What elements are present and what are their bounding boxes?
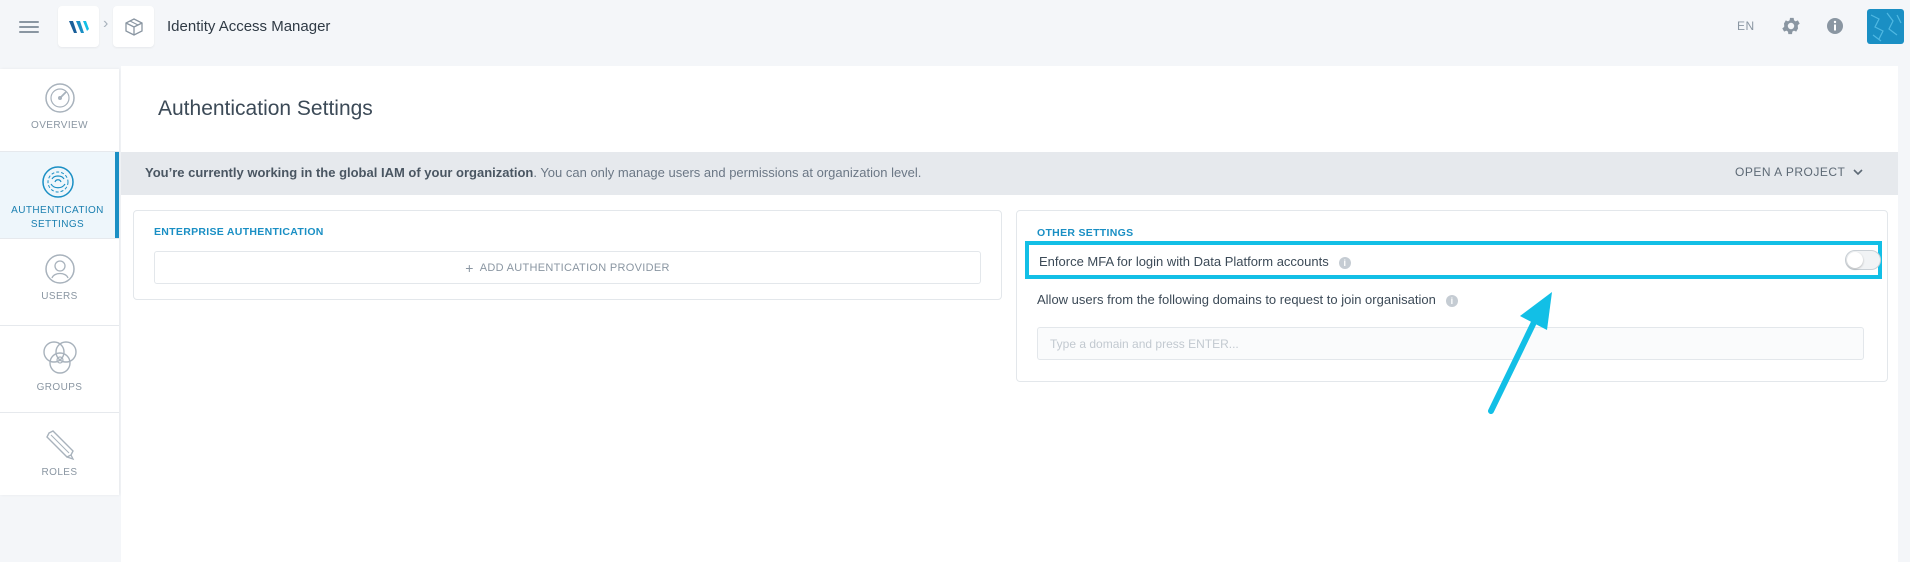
mfa-label-text: Enforce MFA for login with Data Platform… — [1039, 254, 1329, 269]
roles-icon — [45, 430, 74, 461]
sidebar-item-roles[interactable]: ROLES — [0, 413, 119, 495]
enterprise-authentication-title: ENTERPRISE AUTHENTICATION — [154, 226, 324, 238]
sidebar-item-authentication-settings[interactable]: AUTHENTICATION SETTINGS — [0, 152, 119, 238]
sidebar-item-label: GROUPS — [36, 382, 83, 393]
user-avatar[interactable] — [1867, 9, 1904, 44]
open-project-dropdown[interactable]: OPEN A PROJECT — [1735, 165, 1863, 179]
mfa-toggle[interactable] — [1845, 250, 1881, 270]
mfa-info-icon[interactable]: i — [1338, 256, 1351, 269]
organization-notice-bar: You’re currently working in the global I… — [121, 152, 1898, 195]
avatar-pattern-icon — [1870, 12, 1902, 42]
home-logo-button[interactable] — [58, 6, 99, 47]
add-provider-label: ADD AUTHENTICATION PROVIDER — [479, 261, 670, 274]
breadcrumb-separator-icon: › — [103, 15, 109, 32]
notice-rest-text: . You can only manage users and permissi… — [533, 165, 922, 180]
mfa-setting-row-highlighted: Enforce MFA for login with Data Platform… — [1025, 241, 1882, 279]
sidebar-item-users[interactable]: USERS — [0, 239, 119, 325]
language-selector[interactable]: EN — [1737, 19, 1755, 33]
groups-icon — [42, 341, 77, 374]
enterprise-authentication-panel: ENTERPRISE AUTHENTICATION + ADD AUTHENTI… — [133, 210, 1002, 300]
notice-text: You’re currently working in the global I… — [145, 165, 921, 180]
cube-icon — [124, 17, 143, 36]
sidebar-item-overview[interactable]: OVERVIEW — [0, 69, 119, 151]
other-settings-title: OTHER SETTINGS — [1037, 227, 1134, 239]
domains-setting-label: Allow users from the following domains t… — [1037, 292, 1458, 307]
domains-label-text: Allow users from the following domains t… — [1037, 292, 1436, 307]
app-crumb-button[interactable] — [113, 6, 154, 47]
sidebar-item-groups[interactable]: GROUPS — [0, 326, 119, 412]
sidebar-item-label: OVERVIEW — [31, 120, 88, 131]
chevron-down-icon — [1853, 168, 1863, 175]
plus-icon: + — [465, 259, 474, 276]
info-icon[interactable] — [1825, 16, 1845, 36]
toggle-knob — [1847, 252, 1863, 268]
add-authentication-provider-button[interactable]: + ADD AUTHENTICATION PROVIDER — [154, 251, 981, 284]
mfa-setting-label: Enforce MFA for login with Data Platform… — [1039, 254, 1351, 269]
brand-logo-icon — [68, 20, 89, 33]
authentication-icon — [41, 166, 74, 198]
notice-bold-text: You’re currently working in the global I… — [145, 165, 534, 180]
other-settings-panel: OTHER SETTINGS Enforce MFA for login wit… — [1016, 210, 1888, 382]
sidebar: OVERVIEW AUTHENTICATION SETTINGS USERS G… — [0, 69, 119, 495]
sidebar-item-label: ROLES — [41, 467, 78, 478]
hamburger-menu-icon[interactable] — [19, 18, 39, 36]
domain-input[interactable] — [1037, 327, 1864, 360]
domains-info-icon[interactable]: i — [1445, 294, 1458, 307]
users-icon — [44, 254, 75, 284]
page-title: Authentication Settings — [158, 97, 373, 120]
app-title: Identity Access Manager — [167, 18, 331, 35]
open-project-label: OPEN A PROJECT — [1735, 165, 1846, 179]
sidebar-item-label: AUTHENTICATION SETTINGS — [11, 205, 104, 230]
top-bar: › Identity Access Manager EN — [0, 0, 1910, 54]
main-content: Authentication Settings You’re currently… — [121, 66, 1898, 562]
overview-icon — [44, 83, 75, 113]
gear-icon[interactable] — [1780, 15, 1802, 37]
sidebar-item-label: USERS — [41, 291, 78, 302]
